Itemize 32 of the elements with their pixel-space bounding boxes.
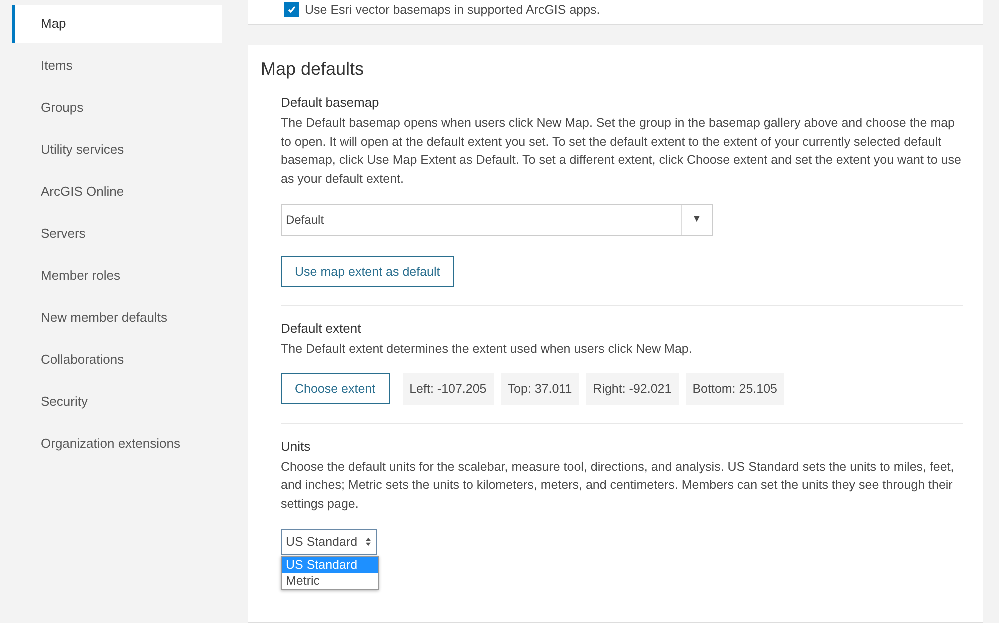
extent-value: Left: -107.205 bbox=[402, 372, 494, 404]
sidebar-item[interactable]: Security bbox=[12, 383, 222, 421]
setting-heading: Default basemap bbox=[281, 95, 380, 110]
sidebar-item[interactable]: Servers bbox=[12, 215, 222, 253]
setting-description: The Default basemap opens when users click New Map. Set the group in the basemap gallery above and choose the map to open. It will open at the default extent you set. To set the default extent to the extent of your currently selected default basemap, click Use Map Extent as Default. To set a different extent, click Choose extent and set the extent you want to use as your default extent. bbox=[281, 115, 962, 188]
checkmark-icon bbox=[286, 4, 296, 14]
setting-heading: Default extent bbox=[281, 321, 362, 336]
sidebar-item[interactable]: Map bbox=[12, 5, 222, 43]
sidebar-item[interactable]: Items bbox=[12, 47, 222, 85]
choose-extent-button[interactable]: Choose extent bbox=[281, 373, 390, 404]
extent-value: Bottom: 25.105 bbox=[686, 372, 784, 404]
sidebar-item[interactable]: Member roles bbox=[12, 257, 222, 295]
sidebar-item[interactable]: ArcGIS Online bbox=[12, 173, 222, 211]
checkbox-label: Use Esri vector basemaps in supported ArcGIS apps. bbox=[305, 2, 600, 16]
checkbox[interactable] bbox=[284, 2, 299, 17]
dropdown-option[interactable]: US Standard bbox=[282, 557, 378, 573]
setting-description: The Default extent determines the extent used when users click New Map. bbox=[281, 341, 694, 358]
units-select[interactable]: US Standard bbox=[281, 529, 377, 555]
extent-value: Right: -92.021 bbox=[586, 372, 679, 404]
basemap-select[interactable]: Default ▼ bbox=[281, 204, 713, 236]
sidebar-item[interactable]: Groups bbox=[12, 89, 222, 127]
sidebar-item[interactable]: New member defaults bbox=[12, 299, 222, 337]
sidebar-item[interactable]: Utility services bbox=[12, 131, 222, 169]
section-title: Map defaults bbox=[261, 59, 366, 80]
setting-heading: Units bbox=[281, 438, 312, 454]
dropdown-option[interactable]: Metric bbox=[282, 573, 378, 589]
sidebar-item[interactable]: Organization extensions bbox=[12, 425, 222, 463]
sort-arrows-icon bbox=[365, 537, 372, 547]
extent-value: Top: 37.011 bbox=[500, 372, 580, 404]
use-map-extent-button[interactable]: Use map extent as default bbox=[281, 256, 454, 287]
sidebar-item[interactable]: Collaborations bbox=[12, 341, 222, 379]
setting-description: Choose the default units for the scalebar, measure tool, directions, and analysis. US Standard sets the units to miles, feet, and inches; Metric sets the units to kilometers, meters, and centimeters. Members can set the units they see through their settings page. bbox=[281, 458, 956, 513]
